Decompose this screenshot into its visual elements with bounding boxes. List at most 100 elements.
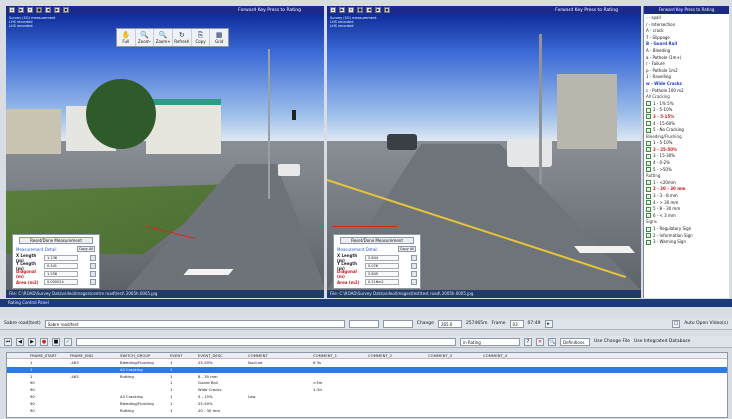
- help-icon[interactable]: ?: [524, 337, 532, 346]
- sidebar-key-item[interactable]: / - Intersection: [646, 22, 727, 29]
- prev-record-icon[interactable]: ◀: [16, 337, 24, 346]
- step-back-icon[interactable]: ◀: [366, 7, 372, 13]
- sidebar-key-item[interactable]: ✓ 3 - 15-30%: [646, 153, 727, 160]
- play-icon[interactable]: ▶: [339, 7, 345, 13]
- checkbox-icon[interactable]: ✓: [646, 127, 651, 133]
- checkbox-icon[interactable]: ✓: [646, 107, 651, 113]
- sidebar-key-item[interactable]: ✓ 5 - No Cracking: [646, 127, 727, 134]
- sidebar-key-item[interactable]: Bleeding/Flushing: [646, 134, 727, 141]
- zoom-out-button[interactable]: 🔍 Zoom-: [136, 29, 155, 46]
- checkbox-icon[interactable]: ✓: [646, 160, 651, 166]
- sidebar-key-item[interactable]: ✓ 2 - 25-50%: [646, 147, 727, 154]
- checkbox-icon[interactable]: ✓: [646, 121, 651, 126]
- step-forward-icon[interactable]: ▶: [54, 7, 60, 13]
- sidebar-key-item[interactable]: ✓ 1 - Regulatory Sign: [646, 226, 727, 233]
- table-row[interactable]: 90 All Cracking 1 5 - 15% Low: [7, 394, 727, 400]
- direction-select[interactable]: [382, 319, 413, 328]
- checkbox-icon[interactable]: ✓: [646, 114, 651, 120]
- sidebar-key-item[interactable]: c - Pothole 100 m2: [646, 88, 727, 95]
- table-row[interactable]: 90 1 Guard Rail >3m: [7, 380, 727, 386]
- left-copy-all-button[interactable]: Copy All: [77, 246, 95, 252]
- sidebar-key-item[interactable]: ✓ 4 - > 30 mm: [646, 200, 727, 207]
- checkbox-icon[interactable]: ✓: [646, 186, 651, 192]
- frame-go-button[interactable]: ▸: [544, 319, 553, 328]
- copy-icon[interactable]: [411, 271, 417, 277]
- home-icon[interactable]: ⌂: [330, 7, 336, 13]
- first-record-icon[interactable]: ⏮: [4, 337, 12, 346]
- sidebar-key-item[interactable]: ✓ 1 - 5-10%: [646, 140, 727, 147]
- checkbox-icon[interactable]: ✓: [646, 193, 651, 199]
- step-back-icon[interactable]: ◀: [45, 7, 51, 13]
- checkbox-icon[interactable]: ✓: [646, 206, 651, 212]
- sidebar-key-item[interactable]: Signs: [646, 219, 727, 226]
- copy-icon[interactable]: [90, 279, 96, 285]
- sidebar-key-item[interactable]: All Cracking: [646, 94, 727, 101]
- table-row[interactable]: 1 -463 Bleeding/Flushing 1 25-50% Nuclure 6 3s: [7, 360, 727, 366]
- stop-icon[interactable]: ■: [36, 7, 42, 13]
- sidebar-key-item[interactable]: B - Guard Rail: [646, 41, 727, 48]
- sidebar-key-item[interactable]: ✓ 2 - 20 - 30 mm: [646, 186, 727, 193]
- sidebar-key-item[interactable]: p - Pothole 1m2: [646, 68, 727, 75]
- save-icon[interactable]: ▣: [63, 7, 69, 13]
- rating-select[interactable]: in Rating: [460, 337, 520, 346]
- checkbox-icon[interactable]: ✓: [646, 153, 651, 159]
- frame-slider[interactable]: [76, 337, 456, 346]
- stop-icon[interactable]: ■: [52, 337, 60, 346]
- table-row[interactable]: 90 1 Wide Cracks 1-3d: [7, 387, 727, 393]
- copy-icon[interactable]: [411, 255, 417, 261]
- sidebar-key-item[interactable]: ✓ 5 - >50%: [646, 167, 727, 174]
- copy-button[interactable]: ⎘ Copy: [192, 29, 211, 46]
- table-row[interactable]: 90 Rutting 1 20 - 30 mm: [7, 408, 727, 414]
- sidebar-key-item[interactable]: w - Wide Cracks: [646, 81, 727, 88]
- change-input[interactable]: 265.0: [437, 319, 462, 328]
- sidebar-key-item[interactable]: A - crack: [646, 28, 727, 35]
- stop-icon[interactable]: ■: [357, 7, 363, 13]
- sidebar-key-item[interactable]: ✓ 2 - 5-10%: [646, 107, 727, 114]
- play-icon[interactable]: ▶: [18, 7, 24, 13]
- checkbox-icon[interactable]: ✓: [646, 233, 651, 239]
- copy-icon[interactable]: [90, 263, 96, 269]
- sidebar-key-item[interactable]: ✓ 2 - Information Sign: [646, 233, 727, 240]
- sidebar-key-item[interactable]: ✓ 5 - 8 - 30 mm: [646, 206, 727, 213]
- sidebar-key-item[interactable]: r - Failure: [646, 61, 727, 68]
- checkbox-icon[interactable]: ✓: [646, 101, 651, 107]
- sidebar-key-item[interactable]: Rutting: [646, 173, 727, 180]
- sidebar-key-item[interactable]: ✓ 3 - 5-15%: [646, 114, 727, 121]
- sidebar-key-item[interactable]: a - Pothole (1m+): [646, 55, 727, 62]
- checkbox-icon[interactable]: ✓: [646, 213, 651, 219]
- checkbox-icon[interactable]: ✓: [646, 167, 651, 173]
- checkbox-icon[interactable]: ✓: [646, 226, 651, 232]
- next-record-icon[interactable]: ▶: [28, 337, 36, 346]
- full-button[interactable]: ✋ Full: [117, 29, 136, 46]
- right-copy-all-button[interactable]: Copy All: [398, 246, 416, 252]
- search-icon[interactable]: 🔍: [548, 337, 556, 346]
- refresh-button[interactable]: ↻ Refresh: [173, 29, 192, 46]
- sidebar-key-item[interactable]: 1 - Ravelling: [646, 74, 727, 81]
- table-row[interactable]: 1 -463 Rutting 1 8 - 30 mm: [7, 374, 727, 380]
- checkbox-icon[interactable]: ✓: [646, 239, 651, 245]
- sidebar-key-item[interactable]: A - Bleeding: [646, 48, 727, 55]
- sidebar-key-item[interactable]: ✓ 6 - < 3 mm: [646, 213, 727, 220]
- confirm-icon[interactable]: ✓: [64, 337, 72, 346]
- left-video-pane[interactable]: ⌂ ▶ ⏸ ■ ◀ ▶ ▣ Forward Key Press to Ratin…: [6, 6, 324, 298]
- sidebar-key-item[interactable]: ✓ 3 - 3 - 8 mm: [646, 193, 727, 200]
- search-field[interactable]: [348, 319, 379, 328]
- close-icon[interactable]: ✕: [536, 337, 544, 346]
- sidebar-key-item[interactable]: ✓ 4 - 0-2%: [646, 160, 727, 167]
- checkbox-icon[interactable]: ✓: [646, 140, 651, 146]
- save-icon[interactable]: ▣: [384, 7, 390, 13]
- checkbox-icon[interactable]: ✓: [646, 147, 651, 153]
- grid-button[interactable]: ▦ Grid: [210, 29, 228, 46]
- sidebar-key-item[interactable]: ✓ 1 - <20mm: [646, 180, 727, 187]
- pause-icon[interactable]: ⏸: [348, 7, 354, 13]
- sidebar-key-item[interactable]: ✓ 3 - Warning Sign: [646, 239, 727, 246]
- checkbox-icon[interactable]: ✓: [646, 200, 651, 206]
- zoom-in-button[interactable]: 🔍 Zoom+: [154, 29, 174, 46]
- definitions-button[interactable]: Definitions: [560, 337, 590, 346]
- auto-open-checkbox[interactable]: ☐: [672, 319, 681, 328]
- checkbox-icon[interactable]: ✓: [646, 180, 651, 186]
- sidebar-key-item[interactable]: ✓ 4 - 15-60%: [646, 121, 727, 128]
- pause-icon[interactable]: ⏸: [27, 7, 33, 13]
- copy-icon[interactable]: [90, 255, 96, 261]
- home-icon[interactable]: ⌂: [9, 7, 15, 13]
